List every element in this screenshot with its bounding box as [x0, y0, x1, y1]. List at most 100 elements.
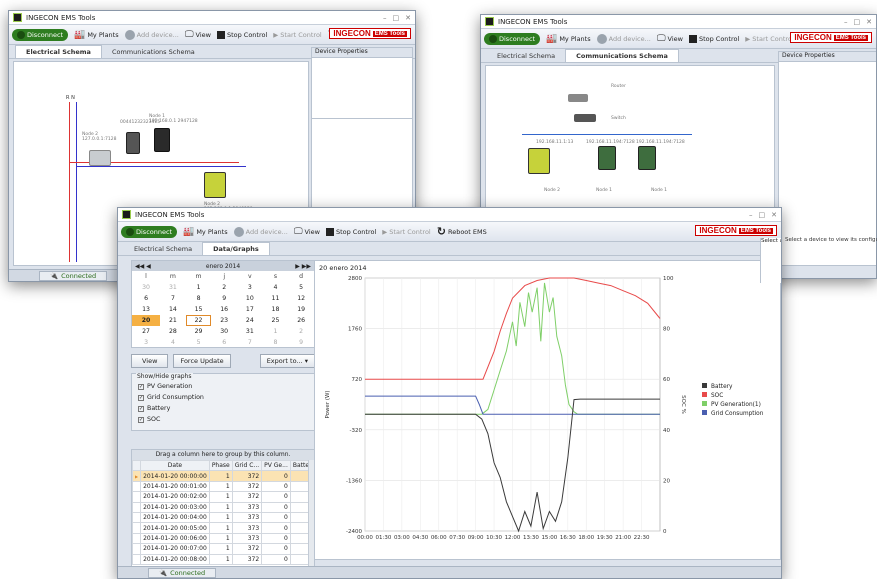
table-row[interactable]: 2014-01-20 00:07:0013720160 [132, 543, 314, 555]
calendar-day[interactable]: 8 [186, 293, 212, 304]
export-button[interactable]: Export to... ▾ [259, 354, 315, 368]
battery-device[interactable] [204, 172, 226, 198]
calendar-day[interactable]: 12 [288, 293, 314, 304]
calendar-day[interactable]: 21 [160, 315, 186, 326]
calendar-day[interactable]: 15 [186, 304, 212, 315]
calendar-day[interactable]: 1 [186, 282, 212, 293]
calendar-day[interactable]: 4 [263, 282, 289, 293]
calendar-day[interactable]: 23 [211, 315, 237, 326]
my-plants-button[interactable]: 🏭 My Plants [74, 30, 119, 40]
disconnect-button[interactable]: Disconnect [121, 225, 178, 238]
calendar-day[interactable]: 4 [160, 337, 186, 348]
start-control-button[interactable]: ▶ Start Control [273, 31, 321, 39]
prev-month-icon[interactable]: ◀ [146, 263, 151, 270]
table-row[interactable]: 2014-01-20 00:04:0013730060 [132, 511, 314, 524]
calendar-day[interactable]: 19 [288, 304, 314, 315]
calendar-day[interactable]: 22 [185, 315, 212, 326]
calendar-day[interactable]: 5 [288, 282, 314, 293]
my-plants-button[interactable]: 🏭 My Plants [183, 227, 228, 237]
stop-control-button[interactable]: Stop Control [325, 227, 376, 236]
add-device-button[interactable]: Add device... [233, 226, 288, 237]
calendar-day[interactable]: 31 [160, 282, 186, 293]
calendar-day[interactable]: 14 [160, 304, 186, 315]
board-device-1[interactable] [598, 146, 616, 170]
calendar-day[interactable]: 28 [160, 326, 186, 337]
minimize-icon[interactable]: – [844, 18, 848, 26]
calendar-day[interactable]: 30 [132, 282, 160, 293]
checkbox-battery[interactable]: ✓ Battery [138, 405, 314, 412]
calendar-day[interactable]: 30 [211, 326, 237, 337]
add-device-button[interactable]: Add device... [124, 29, 179, 40]
calendar-day[interactable]: 31 [237, 326, 263, 337]
start-control-button[interactable]: ▶ Start Control [382, 228, 430, 236]
tab-communications-schema[interactable]: Communications Schema [565, 49, 679, 62]
calendar-day[interactable]: 16 [211, 304, 237, 315]
calendar-day[interactable]: 7 [160, 293, 186, 304]
column-header[interactable]: Grid C... [231, 459, 263, 472]
column-header[interactable]: Phase [208, 459, 233, 472]
meter-device[interactable] [89, 150, 111, 166]
maximize-icon[interactable]: □ [759, 211, 766, 219]
close-icon[interactable]: ✕ [771, 211, 777, 219]
checkbox-grid-consumption[interactable]: ✓ Grid Consumption [138, 394, 314, 401]
calendar-day[interactable]: 27 [132, 326, 160, 337]
calendar-day[interactable]: 7 [237, 337, 263, 348]
board-device-2[interactable] [638, 146, 656, 170]
calendar-day[interactable]: 29 [186, 326, 212, 337]
calendar-day[interactable]: 9 [288, 337, 314, 348]
calendar-day[interactable]: 6 [211, 337, 237, 348]
view-button[interactable]: 🖵 View [294, 227, 320, 237]
maximize-icon[interactable]: □ [393, 14, 400, 22]
calendar-day[interactable]: 24 [237, 315, 263, 326]
disconnect-button[interactable]: Disconnect [484, 32, 541, 45]
calendar-day[interactable]: 8 [263, 337, 289, 348]
table-row[interactable]: 2014-01-20 00:05:0013730060 [132, 522, 314, 534]
maximize-icon[interactable]: □ [854, 18, 861, 26]
tab-communications-schema[interactable]: Communications Schema [102, 46, 205, 58]
start-control-button[interactable]: ▶ Start Control [745, 35, 793, 43]
ems-device[interactable] [126, 132, 140, 154]
battery-device[interactable] [528, 148, 550, 174]
tab-electrical-schema[interactable]: Electrical Schema [487, 50, 565, 62]
next-year-icon[interactable]: ▶▶ [302, 263, 311, 270]
next-month-icon[interactable]: ▶ [295, 263, 300, 270]
calendar-day[interactable]: 1 [263, 326, 289, 337]
table-row[interactable]: 2014-01-20 00:01:0013720060 [132, 480, 314, 493]
force-update-button[interactable]: Force Update [173, 354, 231, 368]
tab-data-graphs[interactable]: Data/Graphs [202, 242, 270, 255]
disconnect-button[interactable]: Disconnect [12, 28, 69, 41]
checkbox-pv-generation[interactable]: ✓ PV Generation [138, 383, 314, 390]
column-header[interactable]: Date [140, 459, 210, 472]
table-row[interactable]: 2014-01-20 00:06:0013730160 [132, 532, 314, 545]
calendar-day[interactable]: 9 [211, 293, 237, 304]
stop-control-button[interactable]: Stop Control [688, 34, 739, 43]
close-icon[interactable]: ✕ [405, 14, 411, 22]
tab-electrical-schema[interactable]: Electrical Schema [124, 243, 202, 255]
close-icon[interactable]: ✕ [866, 18, 872, 26]
calendar-day[interactable]: 6 [132, 293, 160, 304]
reboot-button[interactable]: ↻Reboot EMS [437, 225, 487, 238]
minimize-icon[interactable]: – [383, 14, 387, 22]
table-row[interactable]: 2014-01-20 00:03:0013730060 [132, 501, 314, 513]
calendar-day[interactable]: 20 [132, 315, 161, 326]
prev-year-icon[interactable]: ◀◀ [135, 263, 144, 270]
checkbox-soc[interactable]: ✓ SOC [138, 416, 314, 423]
minimize-icon[interactable]: – [749, 211, 753, 219]
calendar-day[interactable]: 3 [132, 337, 160, 348]
tab-electrical-schema[interactable]: Electrical Schema [15, 45, 102, 58]
table-row[interactable]: 2014-01-20 00:08:0013720060 [132, 553, 314, 565]
calendar-day[interactable]: 2 [211, 282, 237, 293]
calendar-day[interactable]: 25 [263, 315, 289, 326]
calendar-day[interactable]: 11 [263, 293, 289, 304]
calendar-day[interactable]: 26 [288, 315, 314, 326]
column-header[interactable]: PV Ge... [261, 459, 291, 472]
calendar-day[interactable]: 10 [237, 293, 263, 304]
stop-control-button[interactable]: Stop Control [216, 30, 267, 39]
view-button[interactable]: 🖵 View [657, 34, 683, 44]
view-button[interactable]: 🖵 View [185, 30, 211, 40]
router-device[interactable] [568, 94, 588, 102]
calendar-day[interactable]: 5 [186, 337, 212, 348]
calendar-day[interactable]: 18 [263, 304, 289, 315]
table-row[interactable]: ▶2014-01-20 00:00:0013720060 [132, 470, 314, 482]
calendar-day[interactable]: 13 [132, 304, 160, 315]
